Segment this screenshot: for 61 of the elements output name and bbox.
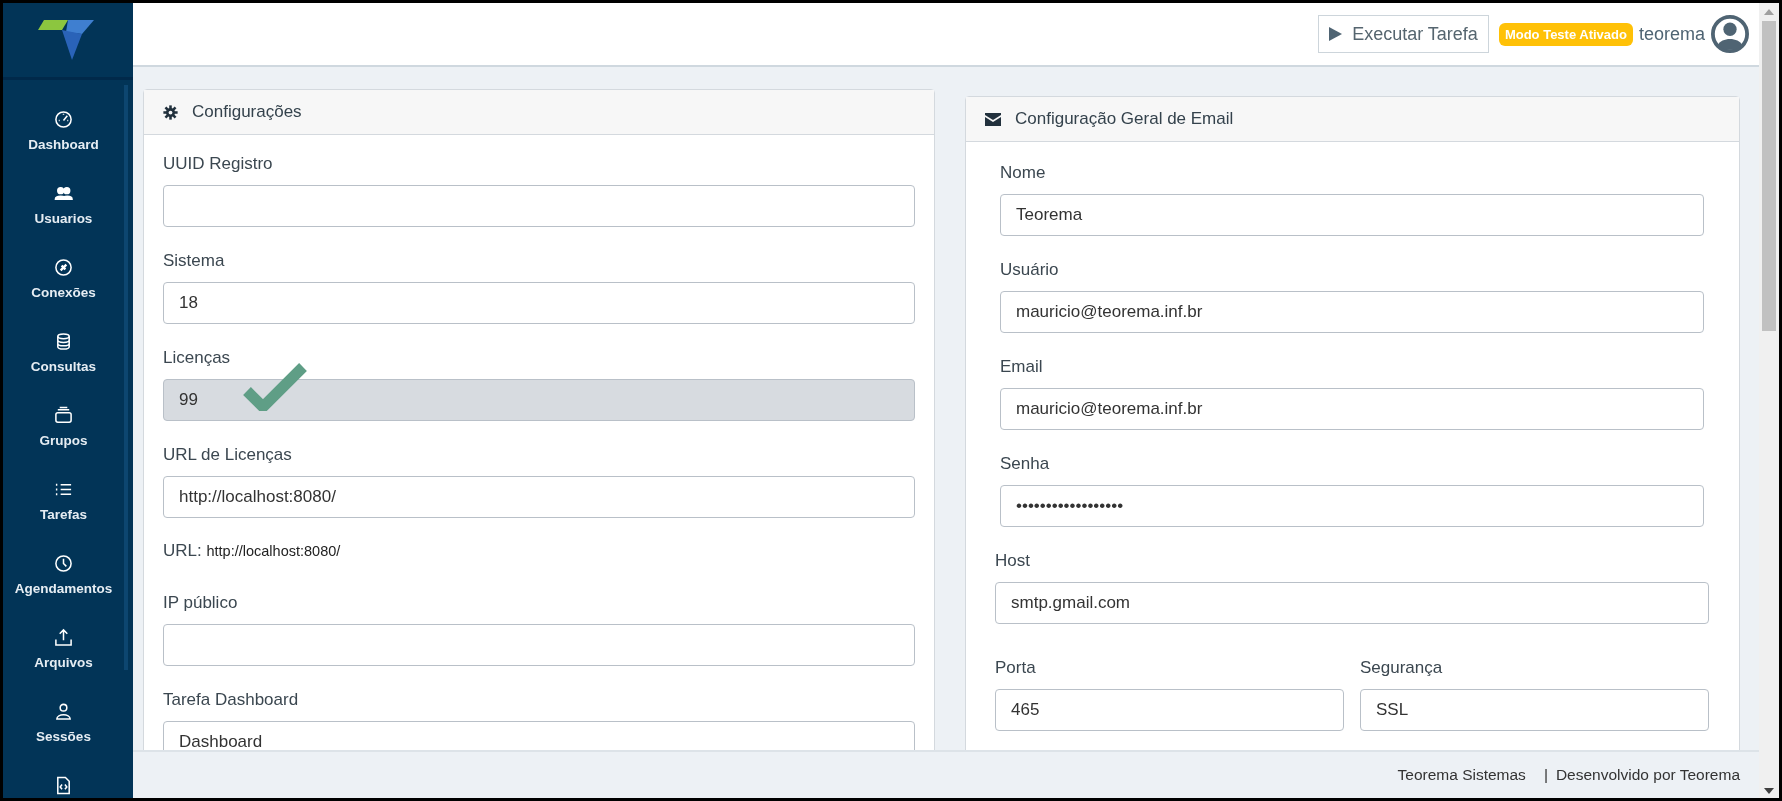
scroll-down-icon[interactable] (1764, 788, 1774, 794)
scroll-up-icon[interactable] (1764, 9, 1774, 15)
input-field[interactable]: http://localhost:8080/ (163, 476, 915, 518)
run-task-button[interactable]: Executar Tarefa (1318, 15, 1489, 53)
user-name[interactable]: teorema (1638, 23, 1705, 45)
sidebar-item[interactable]: Conexões (3, 242, 124, 316)
input-field[interactable]: •••••••••••••••••• (1000, 485, 1704, 527)
field-label: Email (1000, 356, 1044, 378)
test-mode-badge: Modo Teste Ativado (1498, 22, 1633, 46)
input-field[interactable] (163, 185, 915, 227)
field-label: Licenças (163, 347, 232, 369)
input-field[interactable]: smtp.gmail.com (995, 582, 1709, 624)
upload-icon (54, 628, 73, 647)
avatar-icon[interactable] (1711, 15, 1749, 53)
field-label: Segurança (1360, 657, 1444, 679)
field-label: UUID Registro (163, 153, 274, 175)
input-field[interactable]: SSL (1360, 689, 1709, 731)
logo-icon (38, 20, 94, 60)
clock-icon (54, 554, 73, 573)
field-label: Senha (1000, 453, 1051, 475)
input-field[interactable]: Dashboard (163, 721, 915, 750)
field-label: Usuário (1000, 259, 1060, 281)
input-field[interactable]: mauricio@teorema.inf.br (1000, 388, 1704, 430)
field-label: IP público (163, 592, 239, 614)
field-label: URL de Licenças (163, 444, 293, 466)
url-note: URL: http://localhost:8080/ (163, 541, 342, 561)
input-field[interactable]: mauricio@teorema.inf.br (1000, 291, 1704, 333)
settings-icon (163, 104, 178, 120)
sidebar-item[interactable]: Sessões (3, 686, 124, 760)
sidebar-item[interactable]: Usuarios (3, 168, 124, 242)
input-field[interactable]: Teorema (1000, 194, 1704, 236)
field-label: Nome (1000, 162, 1047, 184)
plug-icon (54, 258, 73, 277)
sidebar-item[interactable]: Dashboard (3, 94, 124, 168)
input-field[interactable] (163, 624, 915, 666)
field-label: Tarefa Dashboard (163, 689, 300, 711)
sidebar-item[interactable]: Agendamentos (3, 538, 124, 612)
panel-title: Configurações (192, 102, 302, 122)
sidebar-item[interactable]: Tarefas (3, 464, 124, 538)
users-icon (54, 184, 73, 203)
tray-icon (54, 406, 73, 425)
gauge-icon (54, 110, 73, 129)
input-field[interactable]: 18 (163, 282, 915, 324)
field-label: Sistema (163, 250, 226, 272)
input-field[interactable]: 465 (995, 689, 1344, 731)
database-icon (54, 332, 73, 351)
credit-text: Desenvolvido por Teorema (1555, 766, 1740, 784)
sidebar-item[interactable]: Arquivos (3, 612, 124, 686)
separator: | (1543, 766, 1548, 784)
panel-title: Configuração Geral de Email (1015, 109, 1234, 129)
sidebar-item[interactable]: Grupos (3, 390, 124, 464)
play-icon (1329, 27, 1343, 41)
sidebar-item[interactable]: Consultas (3, 316, 124, 390)
person-icon (54, 702, 73, 721)
scrollbar[interactable] (1759, 3, 1779, 798)
field-label: Host (995, 550, 1031, 572)
code-file-icon (54, 776, 73, 795)
company-name: Teorema Sistemas (1397, 766, 1526, 784)
mail-icon (985, 112, 1001, 126)
field-label: Porta (995, 657, 1037, 679)
scrollbar-thumb[interactable] (1762, 21, 1776, 331)
